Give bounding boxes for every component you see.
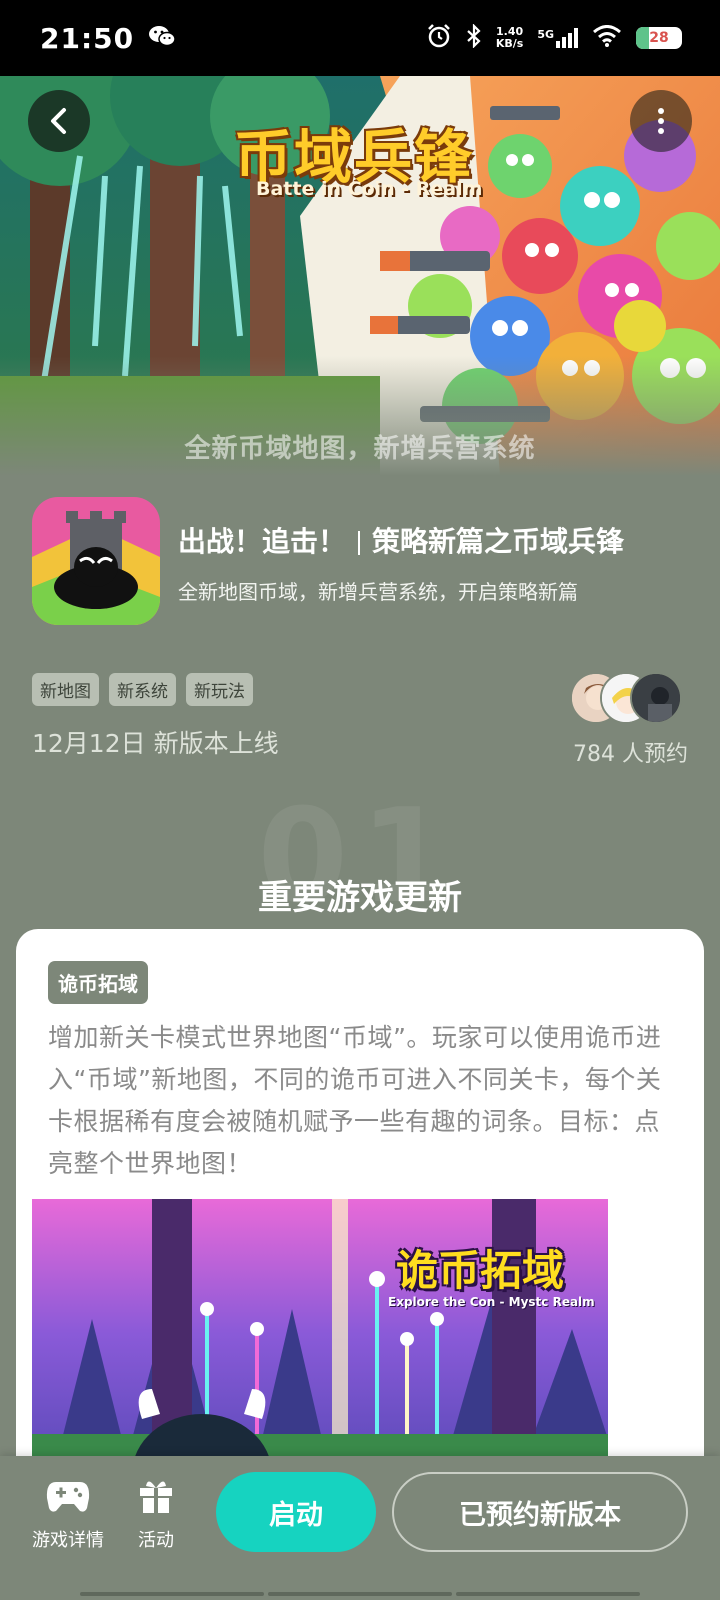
hero-subtitle: Batte in Coin - Realm [256,178,483,200]
chevron-left-icon [46,106,72,136]
bottom-action-bar: 游戏详情 活动 启动 已预约新版本 [0,1456,720,1600]
gamepad-icon [46,1478,90,1518]
game-details-button[interactable]: 游戏详情 [32,1478,104,1552]
card-image-subtitle: Explore the Con - Mystc Realm [388,1295,595,1309]
tag-new-system: 新系统 [109,673,176,706]
card-image[interactable]: 诡币拓域 Explore the Con - Mystc Realm [32,1199,608,1469]
hero-caption: 全新币域地图，新增兵营系统 [184,434,536,464]
game-icon[interactable] [32,497,160,625]
status-bar: 21:50 1.40 KB/s 5G 28 [0,0,720,76]
tag-new-gameplay: 新玩法 [186,673,253,706]
avatar [630,672,682,724]
tag-list: 新地图 新系统 新玩法 [32,673,253,706]
headline-part2: 策略新篇之币域兵锋 [372,525,625,558]
gift-icon [138,1478,174,1518]
events-button[interactable]: 活动 [138,1478,174,1552]
network-type: 5G [537,28,554,41]
headline: 出战！追击！ 策略新篇之币域兵锋 [178,520,624,560]
status-time: 21:50 [40,21,135,55]
tag-new-map: 新地图 [32,673,99,706]
wifi-icon [592,25,622,51]
reserved-user-avatars[interactable] [570,672,690,726]
gesture-bar [80,1592,640,1596]
more-button[interactable] [630,90,692,152]
wechat-icon [148,24,176,52]
more-icon [657,106,665,136]
reservation-count: 784 人预约 [573,742,688,767]
bluetooth-icon [466,23,482,52]
card-tag: 诡币拓域 [48,961,148,1004]
events-label: 活动 [138,1530,174,1551]
net-speed: 1.40 KB/s [495,25,524,50]
reserved-new-version-button[interactable]: 已预约新版本 [392,1472,688,1552]
hero-banner: 币域兵锋 Batte in Coin - Realm [0,76,720,476]
battery-icon: 28 [636,27,682,49]
headline-divider [358,531,361,555]
card-body: 增加新关卡模式世界地图“币域”。玩家可以使用诡币进入“币域”新地图，不同的诡币可… [48,1023,662,1178]
release-date: 12月12日 新版本上线 [32,729,279,758]
headline-part1: 出战！追击！ [178,525,347,558]
update-card: 诡币拓域 增加新关卡模式世界地图“币域”。玩家可以使用诡币进入“币域”新地图，不… [16,929,704,1469]
launch-button[interactable]: 启动 [216,1472,376,1552]
signal-icon: 5G [537,28,578,48]
section-title: 重要游戏更新 [258,878,462,918]
back-button[interactable] [28,90,90,152]
sub-headline: 全新地图币域，新增兵营系统，开启策略新篇 [178,580,578,604]
card-image-title: 诡币拓域 [396,1246,565,1295]
game-details-label: 游戏详情 [32,1530,104,1551]
alarm-icon [426,23,452,53]
